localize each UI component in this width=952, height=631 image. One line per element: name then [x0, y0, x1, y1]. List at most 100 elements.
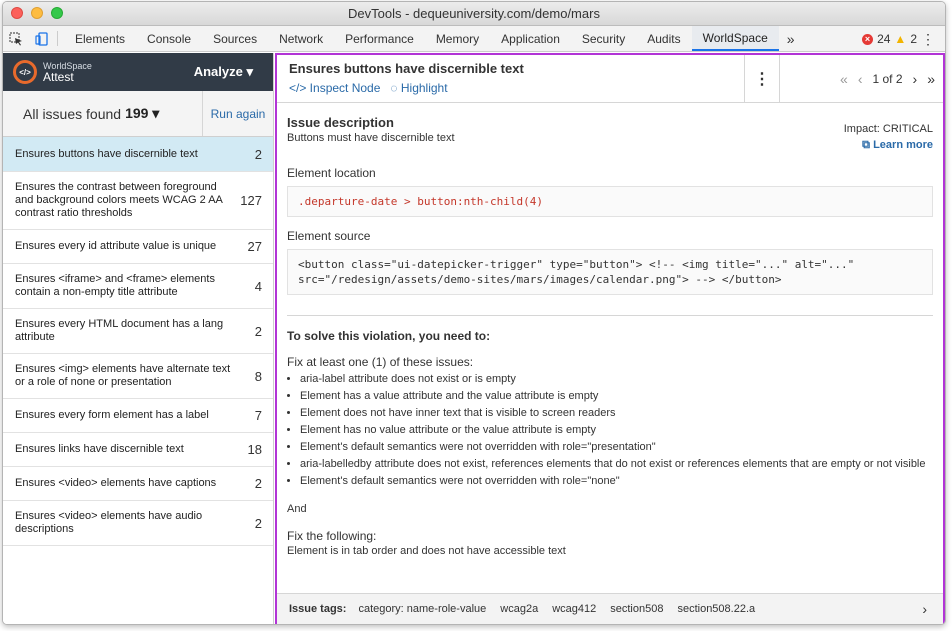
- issue-count: 8: [254, 368, 262, 384]
- minimize-window-button[interactable]: [31, 7, 43, 19]
- tab-worldspace[interactable]: WorldSpace: [691, 26, 779, 51]
- brand-header: </> WorldSpace Attest Analyze ▾: [3, 53, 273, 91]
- issue-count: 7: [254, 408, 262, 423]
- error-count: 24: [877, 32, 891, 46]
- detail-header: Ensures buttons have discernible text </…: [277, 55, 943, 103]
- and-label: And: [287, 503, 307, 515]
- issue-item[interactable]: Ensures every form element has a label 7: [3, 399, 273, 433]
- learn-more-label: Learn more: [873, 139, 933, 151]
- warning-count: 2: [910, 32, 917, 46]
- issue-item[interactable]: Ensures every HTML document has a lang a…: [3, 309, 273, 354]
- result-pager: « ‹ 1 of 2 › »: [840, 55, 935, 103]
- impact-level: Impact: CRITICAL: [843, 123, 933, 135]
- element-location-code: .departure-date > button:nth-child(4): [287, 186, 933, 217]
- issue-item[interactable]: Ensures buttons have discernible text 2: [3, 137, 273, 172]
- summary-count: 199 ▾: [125, 105, 160, 121]
- previous-page-icon[interactable]: ‹: [858, 71, 863, 87]
- fix-item: Element has no value attribute or the va…: [300, 422, 933, 438]
- more-options-icon[interactable]: ⋮: [744, 55, 780, 103]
- element-source-label: Element source: [287, 229, 371, 243]
- expand-tags-icon[interactable]: ›: [922, 601, 927, 617]
- issue-item[interactable]: Ensures <img> elements have alternate te…: [3, 354, 273, 399]
- issue-count: 2: [254, 476, 262, 491]
- section-divider: [287, 315, 933, 316]
- issue-description: Buttons must have discernible text: [287, 132, 455, 144]
- first-page-icon[interactable]: «: [840, 71, 848, 87]
- highlight-link[interactable]: ◌ Highlight: [390, 81, 447, 95]
- summary-label: All issues found: [23, 105, 122, 122]
- inspect-element-icon[interactable]: [3, 26, 29, 51]
- worldspace-logo: </>: [13, 60, 37, 84]
- devtools-menu-icon[interactable]: ⋮: [921, 26, 935, 52]
- issue-tags-bar: Issue tags: category: name-role-value wc…: [277, 593, 943, 624]
- tab-sources[interactable]: Sources: [202, 26, 268, 51]
- issue-label: Ensures every form element has a label: [15, 409, 209, 421]
- devtools-window: DevTools - dequeuniversity.com/demo/mars…: [2, 1, 946, 625]
- toolbar-divider: [57, 31, 58, 46]
- issue-label: Ensures <img> elements have alternate te…: [15, 363, 231, 388]
- tab-network[interactable]: Network: [268, 26, 334, 51]
- last-page-icon[interactable]: »: [927, 71, 935, 87]
- run-again-button[interactable]: Run again: [203, 91, 273, 136]
- element-source-value: <button class="ui-datepicker-trigger" ty…: [298, 258, 855, 286]
- devtools-content: </> WorldSpace Attest Analyze ▾ All issu…: [3, 53, 945, 624]
- fix-any-title: Fix at least one (1) of these issues:: [287, 355, 474, 369]
- more-tabs-button[interactable]: »: [779, 26, 803, 51]
- issue-item[interactable]: Ensures links have discernible text 18: [3, 433, 273, 467]
- fix-item: Element's default semantics were not ove…: [300, 473, 933, 489]
- device-toolbar-icon[interactable]: [29, 26, 55, 51]
- close-window-button[interactable]: [11, 7, 23, 19]
- devtools-tabbar: Elements Console Sources Network Perform…: [3, 26, 945, 52]
- impact-box: Impact: CRITICAL ⧉ Learn more: [844, 121, 933, 153]
- solve-title: To solve this violation, you need to:: [287, 329, 491, 343]
- issue-item[interactable]: Ensures <video> elements have captions 2: [3, 467, 273, 501]
- brand-name: WorldSpace Attest: [43, 61, 92, 83]
- element-source-code: <button class="ui-datepicker-trigger" ty…: [287, 249, 933, 295]
- issue-item[interactable]: Ensures <video> elements have audio desc…: [3, 501, 273, 546]
- fix-item: aria-labelledby attribute does not exist…: [300, 456, 933, 472]
- issue-item[interactable]: Ensures the contrast between foreground …: [3, 172, 273, 230]
- issue-count: 127: [240, 193, 262, 208]
- tab-audits[interactable]: Audits: [636, 26, 691, 51]
- console-counts[interactable]: × 24 ▲ 2: [862, 26, 917, 52]
- warning-icon: ▲: [894, 32, 907, 46]
- tab-performance[interactable]: Performance: [334, 26, 425, 51]
- title-bar: DevTools - dequeuniversity.com/demo/mars: [3, 2, 945, 26]
- fix-item: Element's default semantics were not ove…: [300, 439, 933, 455]
- error-icon: ×: [862, 33, 874, 45]
- issues-filter-dropdown[interactable]: All issues found 199 ▾: [3, 91, 203, 136]
- window-controls: [11, 7, 63, 19]
- inspect-node-link[interactable]: </> Inspect Node: [289, 81, 380, 95]
- issue-tag: wcag2a: [500, 603, 539, 615]
- tab-memory[interactable]: Memory: [425, 26, 490, 51]
- tab-security[interactable]: Security: [571, 26, 636, 51]
- detail-actions: </> Inspect Node ◌ Highlight: [289, 81, 448, 95]
- issue-title: Ensures buttons have discernible text: [289, 61, 524, 76]
- analyze-dropdown[interactable]: Analyze ▾: [194, 53, 253, 91]
- next-page-icon[interactable]: ›: [913, 71, 918, 87]
- pager-status: 1 of 2: [872, 72, 903, 86]
- issues-sidebar: </> WorldSpace Attest Analyze ▾ All issu…: [3, 53, 274, 624]
- fix-item: Element does not have inner text that is…: [300, 405, 933, 421]
- issue-label: Ensures <video> elements have audio desc…: [15, 510, 203, 535]
- tab-application[interactable]: Application: [490, 26, 571, 51]
- issue-label: Ensures links have discernible text: [15, 443, 184, 455]
- tab-elements[interactable]: Elements: [64, 26, 136, 51]
- issue-label: Ensures <video> elements have captions: [15, 477, 217, 489]
- issue-item[interactable]: Ensures every id attribute value is uniq…: [3, 230, 273, 264]
- maximize-window-button[interactable]: [51, 7, 63, 19]
- fix-item: aria-label attribute does not exist or i…: [300, 371, 933, 387]
- brand-line2: Attest: [43, 70, 74, 84]
- issue-detail-panel: Ensures buttons have discernible text </…: [275, 53, 945, 624]
- issue-tags-title: Issue tags:: [289, 603, 347, 615]
- issue-tag: category: name-role-value: [358, 603, 487, 615]
- issue-label: Ensures buttons have discernible text: [15, 147, 198, 160]
- fix-any-list: aria-label attribute does not exist or i…: [287, 371, 933, 489]
- issue-item[interactable]: Ensures <iframe> and <frame> elements co…: [3, 264, 273, 309]
- issue-count: 4: [254, 278, 262, 294]
- issue-count: 27: [247, 239, 262, 254]
- element-location-value: .departure-date > button:nth-child(4): [298, 195, 544, 208]
- issue-count: 2: [254, 515, 262, 531]
- tab-console[interactable]: Console: [136, 26, 202, 51]
- learn-more-link[interactable]: ⧉ Learn more: [844, 137, 933, 153]
